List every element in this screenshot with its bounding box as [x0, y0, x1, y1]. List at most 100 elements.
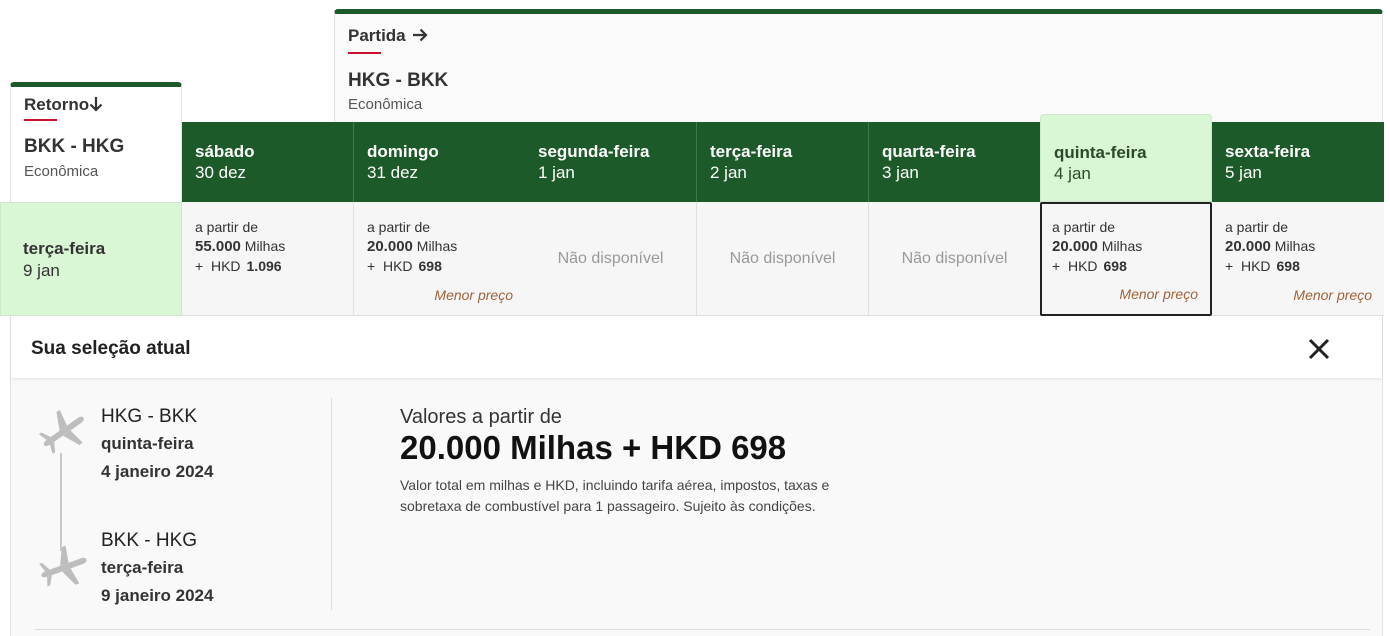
miles-unit: Milhas	[244, 238, 286, 254]
lowest-price-tag: Menor preço	[1293, 287, 1372, 303]
timeline-connector	[60, 453, 62, 551]
date-column-header[interactable]: sábado 30 dez	[182, 122, 354, 202]
date-day: quinta-feira	[1054, 143, 1147, 162]
price-miles: 20.000 Milhas	[1225, 238, 1384, 255]
price-cash: + HKD 698	[1052, 258, 1210, 274]
return-row-day: terça-feira	[23, 239, 106, 258]
date-column-header-selected[interactable]: quinta-feira 4 jan	[1040, 114, 1212, 202]
unavailable-label: Não disponível	[729, 250, 836, 267]
cash-value: 698	[418, 258, 442, 274]
price-cell[interactable]: a partir de 55.000 Milhas + HKD 1.096	[182, 202, 354, 316]
date-day: domingo	[367, 142, 439, 161]
segment-date: 9 janeiro 2024	[101, 586, 214, 605]
price-cash: + HKD 698	[367, 258, 525, 274]
price-from-label: a partir de	[367, 219, 431, 235]
date-day: segunda-feira	[538, 142, 650, 161]
return-route: BKK - HKG	[24, 136, 125, 157]
close-icon[interactable]	[1306, 336, 1332, 362]
return-date-row-header[interactable]: terça-feira 9 jan	[0, 202, 182, 316]
outbound-tab-underline	[348, 52, 381, 54]
cash-value: 698	[1276, 258, 1300, 274]
date-day: sábado	[195, 142, 255, 161]
price-summary: Valores a partir de 20.000 Milhas + HKD …	[400, 406, 880, 517]
date-date: 4 jan	[1054, 164, 1091, 183]
unavailable-label: Não disponível	[901, 250, 1008, 267]
date-date: 1 jan	[538, 163, 575, 182]
miles-value: 55.000	[195, 238, 241, 255]
outbound-tab[interactable]: Partida	[348, 26, 428, 46]
outbound-dates-row: sábado 30 dez domingo 31 dez segunda-fei…	[182, 114, 1384, 202]
price-miles: 55.000 Milhas	[195, 238, 353, 255]
outbound-segment: HKG - BKK quinta-feira 4 janeiro 2024	[101, 406, 213, 482]
cash-value: 1.096	[246, 258, 282, 274]
return-segment: BKK - HKG terça-feira 9 janeiro 2024	[101, 530, 213, 606]
date-date: 30 dez	[195, 163, 247, 182]
arrow-right-icon	[413, 28, 428, 42]
miles-value: 20.000	[1052, 238, 1098, 255]
lowest-price-tag: Menor preço	[1119, 286, 1198, 302]
price-cell[interactable]: a partir de 20.000 Milhas + HKD 698 Menor…	[354, 202, 526, 316]
selection-header: Sua seleção atual	[11, 316, 1382, 379]
segment-route: BKK - HKG	[101, 530, 198, 551]
date-date: 5 jan	[1225, 163, 1262, 182]
price-cell-unavailable: Não disponível	[525, 202, 697, 316]
date-column-header[interactable]: quarta-feira 3 jan	[869, 122, 1041, 202]
segment-route: HKG - BKK	[101, 406, 198, 427]
summary-label: Valores a partir de	[400, 406, 562, 428]
miles-unit: Milhas	[1274, 238, 1316, 254]
date-date: 2 jan	[710, 163, 747, 182]
unavailable-label: Não disponível	[557, 250, 664, 267]
price-from-label: a partir de	[1225, 219, 1289, 235]
price-miles: 20.000 Milhas	[1052, 238, 1210, 255]
return-row-date: 9 jan	[23, 261, 60, 280]
date-day: quarta-feira	[882, 142, 976, 161]
outbound-route: HKG - BKK	[348, 70, 449, 91]
miles-value: 20.000	[1225, 238, 1271, 255]
price-cash: + HKD 698	[1225, 258, 1384, 274]
lowest-price-tag: Menor preço	[434, 287, 513, 303]
date-day: terça-feira	[710, 142, 793, 161]
date-date: 31 dez	[367, 163, 419, 182]
bottom-divider	[35, 629, 1370, 630]
arrow-down-icon	[89, 97, 103, 112]
selection-title: Sua seleção atual	[31, 338, 191, 359]
segment-day: quinta-feira	[101, 434, 194, 453]
miles-value: 20.000	[367, 238, 413, 255]
outbound-cabin: Econômica	[348, 96, 423, 113]
vertical-divider	[331, 398, 332, 610]
price-cell-unavailable: Não disponível	[697, 202, 869, 316]
date-column-header[interactable]: sexta-feira 5 jan	[1212, 122, 1384, 202]
price-grid-row: a partir de 55.000 Milhas + HKD 1.096 a p…	[182, 202, 1384, 316]
outbound-tab-label: Partida	[348, 26, 406, 45]
date-column-header[interactable]: domingo 31 dez	[354, 122, 526, 202]
cash-prefix: + HKD	[1225, 258, 1271, 274]
date-column-header[interactable]: segunda-feira 1 jan	[525, 122, 697, 202]
summary-amount: 20.000 Milhas + HKD 698	[400, 429, 787, 466]
return-tab-label: Retorno	[24, 95, 90, 114]
summary-note: Valor total em milhas e HKD, incluindo t…	[400, 477, 830, 514]
price-cell[interactable]: a partir de 20.000 Milhas + HKD 698 Menor…	[1212, 202, 1384, 316]
date-column-header[interactable]: terça-feira 2 jan	[697, 122, 869, 202]
cash-prefix: + HKD	[195, 258, 241, 274]
plane-icon	[38, 409, 84, 454]
price-cell-selected[interactable]: a partir de 20.000 Milhas + HKD 698 Menor…	[1040, 202, 1212, 316]
price-cell-unavailable: Não disponível	[869, 202, 1041, 316]
segment-day: terça-feira	[101, 558, 184, 577]
price-cash: + HKD 1.096	[195, 258, 353, 274]
miles-unit: Milhas	[416, 238, 458, 254]
segment-date: 4 janeiro 2024	[101, 462, 214, 481]
cash-prefix: + HKD	[367, 258, 413, 274]
cash-value: 698	[1103, 258, 1127, 274]
price-from-label: a partir de	[1052, 219, 1116, 235]
return-tab[interactable]: Retorno	[24, 95, 103, 115]
miles-unit: Milhas	[1101, 238, 1143, 254]
return-cabin: Econômica	[24, 163, 99, 180]
return-header-card: Retorno BKK - HKG Econômica	[10, 82, 182, 204]
current-selection-panel: Sua seleção atual HKG - BKK quinta-feira…	[10, 316, 1383, 636]
cash-prefix: + HKD	[1052, 258, 1098, 274]
outbound-header-card: Partida HKG - BKK Econômica	[334, 9, 1383, 122]
return-tab-underline	[24, 119, 57, 121]
price-miles: 20.000 Milhas	[367, 238, 525, 255]
plane-icon	[39, 545, 87, 587]
date-day: sexta-feira	[1225, 142, 1311, 161]
